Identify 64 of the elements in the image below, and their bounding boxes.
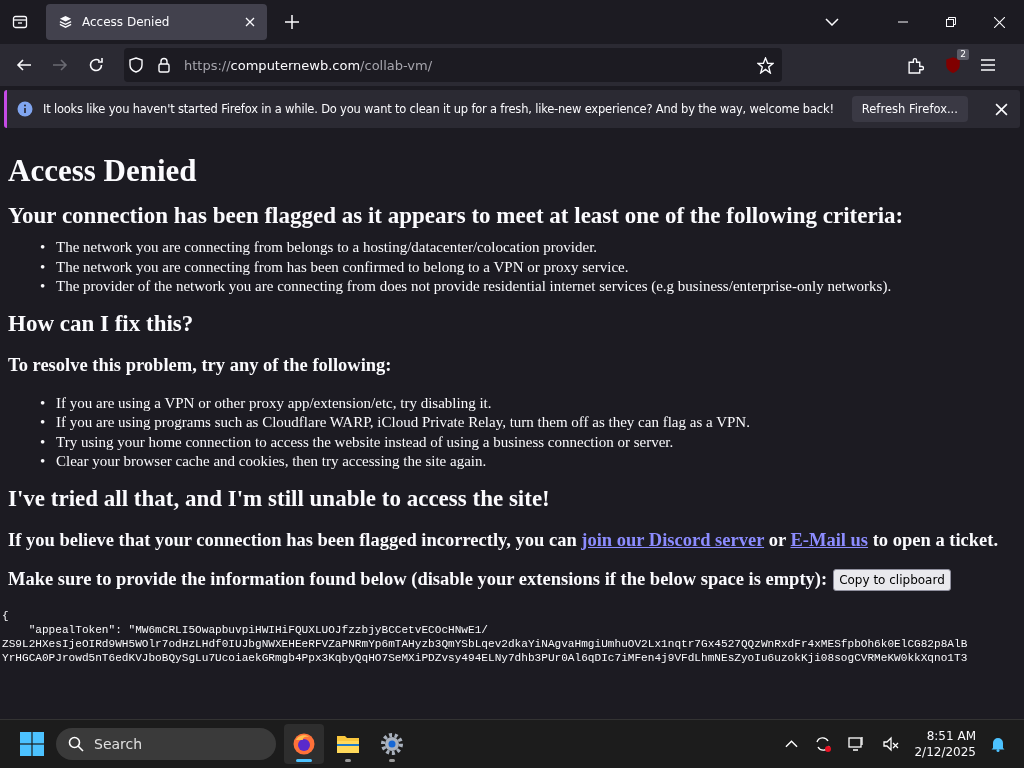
page-title: Access Denied bbox=[8, 153, 198, 189]
instruction-text: Make sure to provide the information found below (disable your extensions if the below space is empty): bbox=[8, 569, 828, 590]
fox-globe-icon bbox=[292, 732, 316, 756]
code-line: ZS9L2HXesIjeOIRd9WH5WOlr7odHzLHdf0IUJbgNWXEHEeRFVZaPNRmYp6mTAHyzb3QmYSbLqev2dkaYiNAgvaHmgiUmhuOV2Lx1nqtr7Gx4527QQzWnRxdFr4xMESfpbOh6k0ElCG82p8AlB bbox=[2, 636, 968, 651]
code-line: { bbox=[2, 608, 9, 623]
link[interactable]: E-Mail us bbox=[790, 529, 869, 550]
star-icon[interactable] bbox=[757, 56, 774, 74]
bullet: • bbox=[40, 393, 47, 413]
link[interactable]: join our Discord server bbox=[581, 529, 765, 550]
section-heading: How can I fix this? bbox=[8, 310, 195, 337]
gear-icon bbox=[380, 732, 404, 756]
copy-button[interactable]: Copy to clipboard bbox=[833, 568, 951, 591]
tab-list-icon[interactable] bbox=[12, 14, 28, 30]
bullet: • bbox=[40, 257, 47, 277]
sync-icon[interactable] bbox=[814, 735, 833, 753]
section-heading: I've tried all that, and I'm still unable to access the site! bbox=[8, 485, 551, 512]
bullet: • bbox=[40, 432, 47, 452]
speaker-muted-icon[interactable] bbox=[882, 735, 901, 753]
bullet: • bbox=[40, 277, 47, 296]
close-icon[interactable] bbox=[994, 16, 1005, 28]
reload-icon[interactable] bbox=[88, 57, 104, 73]
section-heading: Your connection has been flagged as it appears to meet at least one of the following criteria: bbox=[8, 203, 905, 229]
browser-tab[interactable]: Access Denied bbox=[46, 4, 267, 40]
subheading: To resolve this problem, try any of the following: bbox=[8, 354, 393, 376]
clock-time: 8:51 AM bbox=[926, 728, 976, 744]
list-item: The network you are connecting from belongs to a hosting/datacenter/colocation provider. bbox=[56, 238, 598, 257]
bullet: • bbox=[40, 238, 47, 257]
list-item: The provider of the network you are connecting from does not provide residential internet services (e.g business/enterprise-only networks). bbox=[56, 277, 892, 296]
tab-title: Access Denied bbox=[82, 15, 171, 29]
back-icon[interactable] bbox=[16, 57, 32, 73]
code-line: "appealToken": "MW6mCRLI5OwapbuvpiHWIHiFQUXLUOJfzzbjyBCCetvECOcHNwE1/ bbox=[27, 622, 488, 637]
refresh-firefox-button[interactable]: Refresh Firefox... bbox=[851, 96, 968, 122]
list-item: Clear your browser cache and cookies, then try accessing the site again. bbox=[56, 452, 487, 471]
code-line: YrHGCA0PJrowd5nT6edKVJboBQySgLu7UcoiaekGRmgb4Ppx3KqbyQqHO7SeMXiPDZvsy494ELNy7dhb3PUr0Al6qDIc7iMFen4j9VFdLhmNEsZyoIu6uzokKji08sogCVRMeKW0kkXqno1T3 bbox=[2, 650, 968, 665]
lock-icon[interactable] bbox=[156, 57, 172, 73]
list-item: If you are using programs such as Cloudflare WARP, iCloud Private Relay, turn them off as they can flag as a VPN. bbox=[56, 413, 750, 432]
bullet: • bbox=[40, 413, 47, 432]
close-icon[interactable] bbox=[995, 102, 1008, 116]
windows-logo-icon[interactable] bbox=[20, 732, 44, 756]
chevron-down-icon[interactable] bbox=[825, 18, 839, 26]
bullet: • bbox=[40, 452, 47, 471]
clock-date: 2/12/2025 bbox=[914, 744, 976, 760]
url-text: https://computernewb.com/collab-vm/ bbox=[184, 57, 433, 73]
shield-icon[interactable] bbox=[128, 57, 144, 73]
bell-icon[interactable] bbox=[990, 736, 1006, 752]
taskbar-app[interactable] bbox=[284, 724, 324, 764]
forward-icon[interactable] bbox=[52, 57, 68, 73]
page-icon bbox=[58, 14, 73, 30]
restore-icon[interactable] bbox=[946, 17, 956, 27]
address-bar[interactable]: https://computernewb.com/collab-vm/ bbox=[124, 48, 782, 82]
extension-badge: 2 bbox=[957, 49, 969, 60]
info-icon bbox=[17, 101, 33, 117]
list-item: If you are using a VPN or other proxy app/extension/etc, try disabling it. bbox=[56, 393, 492, 413]
notification-message: It looks like you haven't started Firefox in a while. Do you want to clean it up for a fresh, like-new experience? And by the way, welcome back! bbox=[43, 102, 834, 116]
chevron-up-icon[interactable] bbox=[785, 740, 799, 748]
search-icon bbox=[68, 736, 84, 752]
list-item: The network you are connecting from has been confirmed to belong to a VPN or proxy service. bbox=[56, 257, 629, 277]
search-field[interactable]: Search bbox=[56, 728, 276, 760]
new-tab-icon[interactable] bbox=[285, 15, 299, 29]
puzzle-icon[interactable] bbox=[907, 56, 924, 74]
menu-icon[interactable] bbox=[980, 57, 996, 73]
close-tab-icon[interactable] bbox=[245, 17, 255, 27]
help-paragraph: If you believe that your connection has been flagged incorrectly, you can join our Discord server or E-Mail us to open a ticket. bbox=[8, 529, 1000, 551]
list-item: Try using your home connection to access the website instead of using a business connection or server. bbox=[56, 432, 674, 452]
